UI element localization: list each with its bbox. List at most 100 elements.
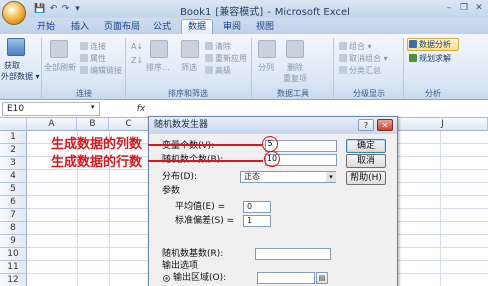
remove-duplicates-icon	[286, 40, 304, 58]
minimize-icon[interactable]: –	[442, 2, 456, 15]
group-label-analysis: 分析	[425, 89, 441, 98]
row-header-9[interactable]: 9	[0, 235, 27, 248]
range-select-icon[interactable]: ▤	[316, 272, 328, 284]
remove-duplicates-label-2: 重复项	[283, 74, 307, 83]
column-header-c[interactable]: C	[109, 118, 149, 131]
properties-button: 属性	[80, 54, 106, 64]
subtotal-icon	[339, 66, 347, 74]
row-header-4[interactable]: 4	[0, 170, 27, 183]
help-button[interactable]: 帮助(H)	[346, 171, 386, 185]
help-icon[interactable]: ?	[358, 119, 374, 131]
qat-more-icon[interactable]: ▾	[72, 4, 83, 14]
undo-icon[interactable]: ↶	[48, 4, 59, 14]
row-header-6[interactable]: 6	[0, 196, 27, 209]
data-analysis-label: 数据分析	[419, 40, 451, 49]
sort-label: 排序…	[146, 63, 170, 72]
filter-icon	[181, 40, 199, 58]
ok-button[interactable]: 确定	[346, 139, 386, 153]
redo-icon[interactable]: ↷	[60, 4, 71, 14]
office-button[interactable]	[2, 1, 26, 25]
output-options-label: 输出选项	[162, 261, 199, 271]
seed-label: 随机数基数(R):	[162, 249, 224, 259]
data-analysis-item[interactable]: 数据分析	[409, 40, 451, 50]
row-header-10[interactable]: 10	[0, 248, 27, 261]
window-app: Microsoft Excel	[274, 7, 350, 18]
cancel-button[interactable]: 取消	[346, 154, 386, 168]
name-box[interactable]: E10	[2, 102, 100, 116]
window-filename: Book1	[180, 7, 212, 18]
mean-label: 平均值(E) =	[175, 202, 226, 212]
distribution-dropdown-icon[interactable]: ▾	[326, 172, 336, 182]
mean-input[interactable]: 0	[243, 201, 271, 213]
restore-icon[interactable]: ❐	[457, 2, 471, 15]
tab-review[interactable]: 审阅	[218, 20, 246, 34]
text-to-columns-label: 分列	[258, 63, 274, 72]
annotation-arrow-columns	[148, 144, 262, 146]
sort-icon	[150, 40, 168, 58]
row-header-2[interactable]: 2	[0, 144, 27, 157]
save-icon[interactable]: 💾	[34, 4, 45, 14]
annotation-columns: 生成数据的列数	[51, 137, 143, 152]
group-label-outline: 分级显示	[353, 89, 385, 98]
solver-icon	[409, 54, 417, 62]
refresh-all-icon	[50, 40, 68, 58]
get-external-data-line1[interactable]: 获取	[4, 61, 20, 71]
output-range-input[interactable]	[257, 272, 315, 284]
row-header-8[interactable]: 8	[0, 222, 27, 235]
ungroup-button: 取消组合 ▾	[339, 54, 388, 64]
distribution-select[interactable]: 正态	[240, 171, 336, 183]
annotation-rows: 生成数据的行数	[51, 155, 143, 170]
ungroup-label: 取消组合 ▾	[349, 54, 388, 63]
close-icon[interactable]: ✕	[472, 2, 486, 15]
ungroup-icon	[339, 54, 347, 62]
clear-icon	[205, 42, 213, 50]
tab-insert[interactable]: 插入	[66, 20, 94, 34]
group-divider	[125, 38, 126, 98]
params-label: 参数	[162, 186, 181, 196]
dialog-close-icon[interactable]: ✕	[377, 119, 393, 131]
tab-data[interactable]: 数据	[181, 19, 213, 35]
group-divider	[251, 38, 252, 98]
connections-icon	[80, 42, 88, 50]
tab-page-layout[interactable]: 页面布局	[101, 20, 143, 34]
name-box-dropdown-icon[interactable]: ▾	[91, 103, 95, 111]
column-header-b[interactable]: B	[77, 118, 109, 131]
fx-icon[interactable]: fx	[134, 102, 148, 116]
window-mode: [兼容模式]	[215, 7, 264, 18]
connections-button: 连接	[80, 42, 106, 52]
group-label-connections: 连接	[76, 89, 92, 98]
solver-item[interactable]: 规划求解	[409, 54, 451, 64]
properties-label: 属性	[90, 54, 106, 63]
seed-input[interactable]	[255, 248, 331, 260]
select-all-corner[interactable]	[0, 118, 27, 131]
reapply-label: 重新应用	[215, 54, 247, 63]
sort-desc-button: Z↓	[131, 56, 144, 65]
window-sep: -	[267, 7, 271, 18]
edit-links-button: 编辑链接	[80, 66, 122, 76]
group-label-data-tools: 数据工具	[277, 89, 309, 98]
variables-label: 变量个数(V):	[162, 141, 215, 151]
row-header-1[interactable]: 1	[0, 131, 27, 144]
clear-label: 清除	[215, 42, 231, 51]
subtotal-label: 分类汇总	[349, 66, 381, 75]
stdev-input[interactable]: 1	[243, 215, 271, 227]
column-header-a[interactable]: A	[27, 118, 77, 131]
tab-view[interactable]: 视图	[251, 20, 279, 34]
row-header-12[interactable]: 12	[0, 274, 27, 286]
get-external-data-line2[interactable]: 外部数据 ▾	[1, 72, 40, 82]
gridline	[440, 131, 441, 286]
tab-home[interactable]: 开始	[32, 20, 60, 34]
column-header-j[interactable]: J	[398, 118, 488, 131]
get-external-data-icon[interactable]	[7, 38, 25, 56]
stdev-label: 标准偏差(S) =	[175, 216, 235, 226]
tab-formulas[interactable]: 公式	[148, 20, 176, 34]
annotation-arrow-rows	[148, 160, 263, 162]
row-header-7[interactable]: 7	[0, 209, 27, 222]
output-range-radio[interactable]	[163, 275, 170, 282]
group-label-sort-filter: 排序和筛选	[168, 89, 208, 98]
remove-duplicates-label-1: 删除	[287, 63, 303, 72]
row-header-5[interactable]: 5	[0, 183, 27, 196]
row-header-11[interactable]: 11	[0, 261, 27, 274]
row-header-3[interactable]: 3	[0, 157, 27, 170]
connections-label: 连接	[90, 42, 106, 51]
